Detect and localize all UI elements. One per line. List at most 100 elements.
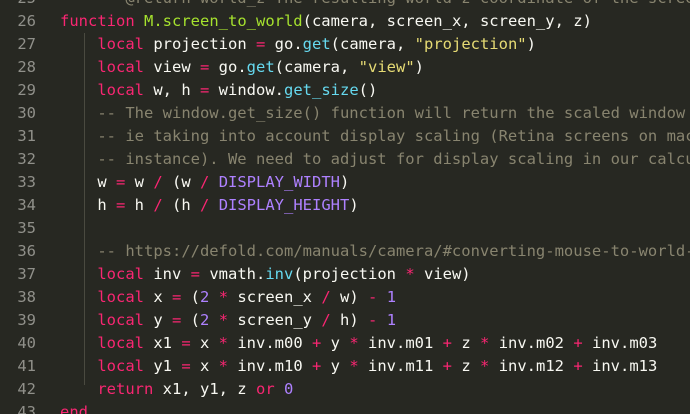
code-line[interactable]: -- The window.get_size() function will r… [60,102,690,125]
code-token: local [97,58,154,76]
code-token: / [321,311,341,329]
code-line[interactable]: local y1 = x * inv.m10 + y * inv.m11 + z… [60,355,690,378]
code-token: ( [190,288,201,306]
code-token: = [255,35,275,53]
code-token: w, h [153,81,200,99]
code-token: * [218,334,238,352]
line-number: 28 [17,58,36,76]
code-line[interactable]: -- instance). We need to adjust for disp… [60,148,690,171]
code-token: w) [340,288,369,306]
code-token: 1 [386,311,397,329]
code-line[interactable]: -- https://defold.com/manuals/camera/#co… [60,240,690,263]
code-token: local [97,334,154,352]
code-token: "view" [358,58,415,76]
code-token: * [218,311,238,329]
code-line[interactable]: local inv = vmath.inv(projection * view) [60,263,690,286]
code-token: view [153,58,200,76]
code-token: inv.m00 [237,334,312,352]
code-token: DISPLAY_HEIGHT [218,196,350,214]
line-number: 39 [17,311,36,329]
line-number: 26 [17,12,36,30]
code-editor[interactable]: 25 26 27 28 29 30 31 32 33 34 35 36 37 38 39 40 41 42 43 -… [0,0,690,414]
code-token: = [200,81,219,99]
code-line[interactable]: local projection = go.get(camera, "proje… [60,33,690,56]
code-token: = [181,334,200,352]
code-token: / [153,196,173,214]
code-area[interactable]: -- @return world_z The resulting world z… [60,0,690,414]
code-token: + [573,357,593,375]
code-token: inv.m02 [498,334,574,352]
code-token: -- instance). We need to adjust for disp… [60,150,690,168]
code-line[interactable]: -- @return world_z The resulting world z… [60,0,690,10]
code-token: end [60,403,88,414]
line-number: 43 [17,403,36,414]
code-token: 1 [386,288,397,306]
code-token: return [97,380,163,398]
code-token: ) [349,196,359,214]
code-token: y [330,357,350,375]
code-token: = [172,311,191,329]
code-line[interactable]: end [60,401,690,414]
code-token: h [134,196,154,214]
code-line[interactable]: h = h / (h / DISPLAY_HEIGHT) [60,194,690,217]
code-token: * [349,357,369,375]
code-token: inv.m11 [368,357,443,375]
code-token: * [480,357,499,375]
code-token: inv.m03 [592,334,658,352]
code-token: h [60,196,116,214]
code-token: inv.m13 [592,357,658,375]
code-token: or [255,380,284,398]
code-token: - [368,288,387,306]
code-token: 2 [200,288,219,306]
code-token: w [60,173,116,191]
code-line[interactable]: local x = (2 * screen_x / w) - 1 [60,286,690,309]
code-line[interactable]: return x1, y1, z or 0 [60,378,690,401]
code-token: x1, y1, z [162,380,256,398]
code-line[interactable]: function M.screen_to_world(camera, scree… [60,10,690,33]
code-token: (camera, screen_x, screen_y, z) [302,12,592,30]
code-token: inv.m01 [368,334,443,352]
code-line[interactable]: local w, h = window.get_size() [60,79,690,102]
code-token: + [312,334,331,352]
code-token: local [97,311,154,329]
line-number: 37 [17,265,36,283]
code-token: / [200,173,219,191]
line-number: 42 [17,380,36,398]
code-token: go. [218,58,247,76]
code-token: x [153,288,172,306]
code-token: window. [218,81,284,99]
code-token: projection [153,35,256,53]
code-token: get_size [284,81,359,99]
code-line[interactable]: local x1 = x * inv.m00 + y * inv.m01 + z… [60,332,690,355]
code-token: (camera, [330,35,415,53]
code-token: local [97,265,154,283]
code-token: / [153,173,173,191]
code-token: inv [265,265,294,283]
code-token: (projection [293,265,406,283]
line-number: 33 [17,173,36,191]
code-line[interactable]: local view = go.get(camera, "view") [60,56,690,79]
code-line[interactable]: -- ie taking into account display scalin… [60,125,690,148]
code-line[interactable] [60,217,690,240]
code-token: ( [190,311,201,329]
code-line[interactable]: local y = (2 * screen_y / h) - 1 [60,309,690,332]
code-token: get [302,35,331,53]
code-token: () [358,81,378,99]
code-token: ) [340,173,350,191]
code-token: inv.m10 [237,357,312,375]
code-token: local [97,357,154,375]
code-token: - [368,311,387,329]
code-token: 2 [200,311,219,329]
line-number: 27 [17,35,36,53]
code-token: h) [340,311,369,329]
code-token: = [116,196,135,214]
code-token: = [116,173,135,191]
code-line[interactable]: w = w / (w / DISPLAY_WIDTH) [60,171,690,194]
code-token: x [200,334,219,352]
code-token: z [461,334,481,352]
code-token: * [218,288,238,306]
